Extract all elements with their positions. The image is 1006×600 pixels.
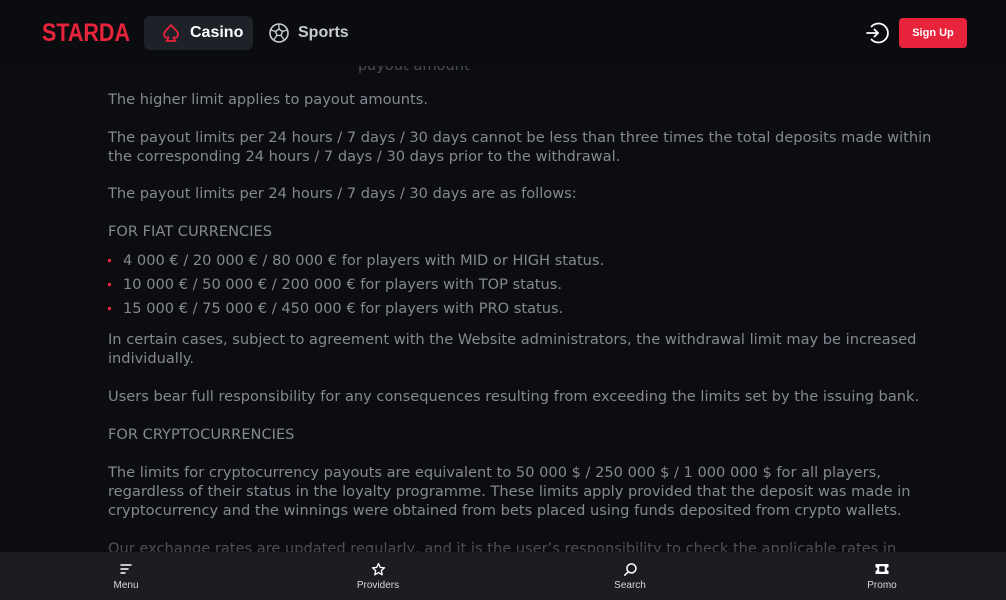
page: payout amount The higher limit applies t… bbox=[0, 0, 1006, 600]
paragraph-certain-cases-line1: In certain cases, subject to agreement w… bbox=[108, 331, 917, 348]
tab-sports-label: Sports bbox=[298, 24, 349, 41]
nav-menu-label: Menu bbox=[113, 580, 139, 591]
paragraph-crypto-line3: cryptocurrency and the winnings were obt… bbox=[108, 502, 902, 519]
bullet-marker bbox=[108, 259, 111, 262]
paragraph-users-bear: Users bear full responsibility for any c… bbox=[108, 388, 920, 405]
nav-menu[interactable]: Menu bbox=[71, 552, 181, 600]
bullet-marker bbox=[108, 283, 111, 286]
search-icon bbox=[622, 561, 638, 577]
tab-casino[interactable]: Casino bbox=[144, 16, 253, 50]
ticket-icon bbox=[874, 561, 890, 577]
top-header: STARDA Casino Sports Sign Up bbox=[0, 0, 1006, 66]
fiat-currencies-heading: FOR FIAT CURRENCIES bbox=[108, 223, 273, 240]
tab-sports[interactable]: Sports bbox=[262, 16, 362, 50]
nav-promo[interactable]: Promo bbox=[827, 552, 937, 600]
nav-promo-label: Promo bbox=[867, 580, 897, 591]
bottom-nav: Menu Providers Search Promo bbox=[0, 552, 1006, 600]
paragraph-limits-not-less-line2: the corresponding 24 hours / 7 days / 30… bbox=[108, 148, 621, 165]
starda-logo[interactable]: STARDA bbox=[42, 19, 130, 47]
cryptocurrencies-heading: FOR CRYPTOCURRENCIES bbox=[108, 426, 295, 443]
list-item-text: 10 000 € / 50 000 € / 200 000 € for play… bbox=[123, 276, 563, 293]
paragraph-certain-cases-line2: individually. bbox=[108, 350, 195, 367]
paragraph-crypto-line2: regardless of their status in the loyalt… bbox=[108, 483, 911, 500]
bullet-marker bbox=[108, 307, 111, 310]
nav-search[interactable]: Search bbox=[575, 552, 685, 600]
star-icon bbox=[370, 561, 386, 577]
paragraph-limits-as-follows: The payout limits per 24 hours / 7 days … bbox=[108, 185, 577, 202]
list-item-text: 15 000 € / 75 000 € / 450 000 € for play… bbox=[123, 300, 564, 317]
login-icon bbox=[866, 22, 889, 44]
login-button[interactable] bbox=[863, 20, 889, 46]
nav-search-label: Search bbox=[614, 580, 646, 591]
spade-icon bbox=[160, 22, 182, 44]
tab-casino-label: Casino bbox=[190, 24, 244, 41]
soccer-ball-icon bbox=[268, 22, 290, 44]
nav-providers[interactable]: Providers bbox=[323, 552, 433, 600]
nav-providers-label: Providers bbox=[356, 580, 400, 591]
paragraph-crypto-line1: The limits for cryptocurrency payouts ar… bbox=[108, 464, 881, 481]
sign-up-button[interactable]: Sign Up bbox=[899, 18, 967, 48]
paragraph-limits-not-less-line1: The payout limits per 24 hours / 7 days … bbox=[108, 129, 932, 146]
paragraph-higher-limit: The higher limit applies to payout amoun… bbox=[108, 91, 428, 108]
list-item-text: 4 000 € / 20 000 € / 80 000 € for player… bbox=[123, 252, 605, 269]
menu-icon bbox=[118, 561, 134, 577]
